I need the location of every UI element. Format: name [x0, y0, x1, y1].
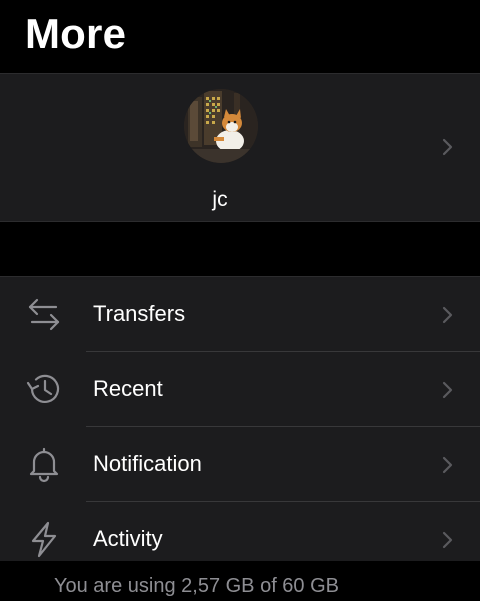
- chevron-right-icon: [442, 456, 453, 474]
- bell-icon: [29, 447, 59, 483]
- lightning-icon: [31, 521, 57, 558]
- profile-cell[interactable]: jc: [0, 73, 480, 222]
- menu-item-notification[interactable]: Notification: [0, 427, 480, 502]
- chevron-right-icon: [442, 306, 453, 324]
- more-menu-list: Transfers Recent Notification Activity: [0, 276, 480, 561]
- avatar-image: [184, 89, 258, 163]
- menu-item-label: Activity: [93, 526, 163, 551]
- storage-usage: You are using 2,57 GB of 60 GB: [0, 561, 480, 601]
- storage-usage-text: You are using 2,57 GB of 60 GB: [54, 575, 340, 597]
- recent-history-icon: [26, 374, 60, 403]
- menu-item-label: Recent: [93, 376, 163, 401]
- avatar: [184, 89, 258, 163]
- page-header: More: [0, 0, 480, 73]
- transfers-icon: [28, 298, 60, 331]
- menu-item-recent[interactable]: Recent: [0, 352, 480, 427]
- section-gap: [0, 222, 480, 276]
- profile-name: jc: [212, 188, 228, 211]
- chevron-right-icon: [442, 138, 453, 156]
- chevron-right-icon: [442, 381, 453, 399]
- menu-item-transfers[interactable]: Transfers: [0, 277, 480, 352]
- menu-item-label: Transfers: [93, 301, 186, 326]
- chevron-right-icon: [442, 531, 453, 549]
- menu-item-label: Notification: [93, 451, 202, 476]
- page-title: More: [25, 10, 127, 57]
